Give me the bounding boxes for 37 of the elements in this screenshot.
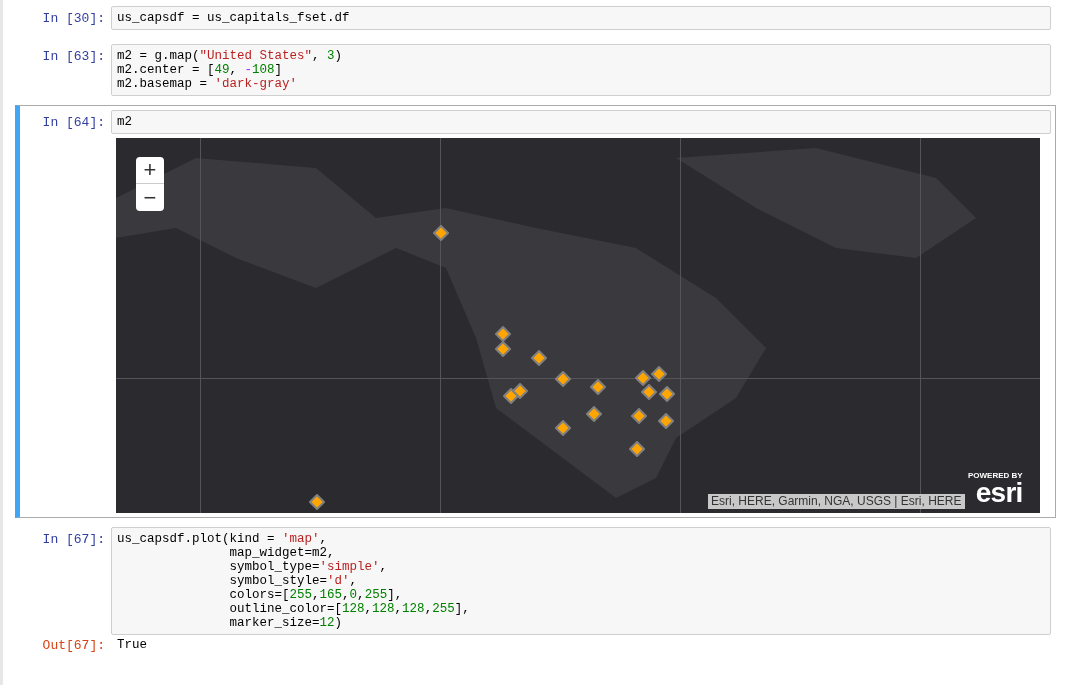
input-prompt: In [30]: [41,10,106,28]
diamond-marker [531,350,547,366]
diamond-marker [495,341,511,357]
code-cell[interactable]: m2 [111,110,1051,134]
notebook-cell[interactable]: In [63]: m2 = g.map("United States", 3) m2.center = [49, -108] m2.basemap = 'dark-gray' [15,39,1056,101]
diamond-marker [309,494,325,510]
map-attribution: Esri, HERE, Garmin, NGA, USGS | Esri, HERE [708,494,965,509]
esri-logo: esri [975,480,1023,506]
diamond-marker [629,441,645,457]
diamond-marker [512,383,528,399]
diamond-marker [555,371,571,387]
input-prompt: In [64]: [41,114,106,132]
diamond-marker [658,413,674,429]
logo-caption: POWERED BY [968,472,1023,480]
diamond-marker [555,420,571,436]
zoom-out-button[interactable]: − [136,184,164,211]
output-prompt: Out[67]: [41,638,106,653]
code-cell[interactable]: us_capsdf = us_capitals_fset.df [111,6,1051,30]
diamond-marker [635,370,651,386]
diamond-marker [631,408,647,424]
notebook-cell[interactable]: In [67]: us_capsdf.plot(kind = 'map', map_widget=m2, symbol_type='simple', symbol_style='d', colors=[255,165,0,255], outline_color=[128,128,128,255], marker_size=12) Out[67]: True [15,522,1056,658]
diamond-marker [586,406,602,422]
diamond-marker [495,326,511,342]
input-prompt: In [63]: [41,48,106,66]
notebook-cell[interactable]: In [64]: m2 + − Esri, HERE, Garmin, NGA, USGS | Esri, HERE POWERED BY esri [15,105,1056,518]
zoom-in-button[interactable]: + [136,157,164,184]
notebook-cell[interactable]: In [30]: us_capsdf = us_capitals_fset.df [15,1,1056,35]
code-cell[interactable]: m2 = g.map("United States", 3) m2.center = [49, -108] m2.basemap = 'dark-gray' [111,44,1051,96]
output-text: True [116,638,147,653]
diamond-marker [659,386,675,402]
diamond-marker [503,388,519,404]
input-prompt: In [67]: [41,531,106,549]
code-cell[interactable]: us_capsdf.plot(kind = 'map', map_widget=m2, symbol_type='simple', symbol_style='d', colors=[255,165,0,255], outline_color=[128,128,128,255], marker_size=12) [111,527,1051,635]
map-view[interactable]: + − Esri, HERE, Garmin, NGA, USGS | Esri, HERE POWERED BY esri [116,138,1040,513]
diamond-marker [433,225,449,241]
diamond-marker [641,384,657,400]
diamond-marker [651,366,667,382]
